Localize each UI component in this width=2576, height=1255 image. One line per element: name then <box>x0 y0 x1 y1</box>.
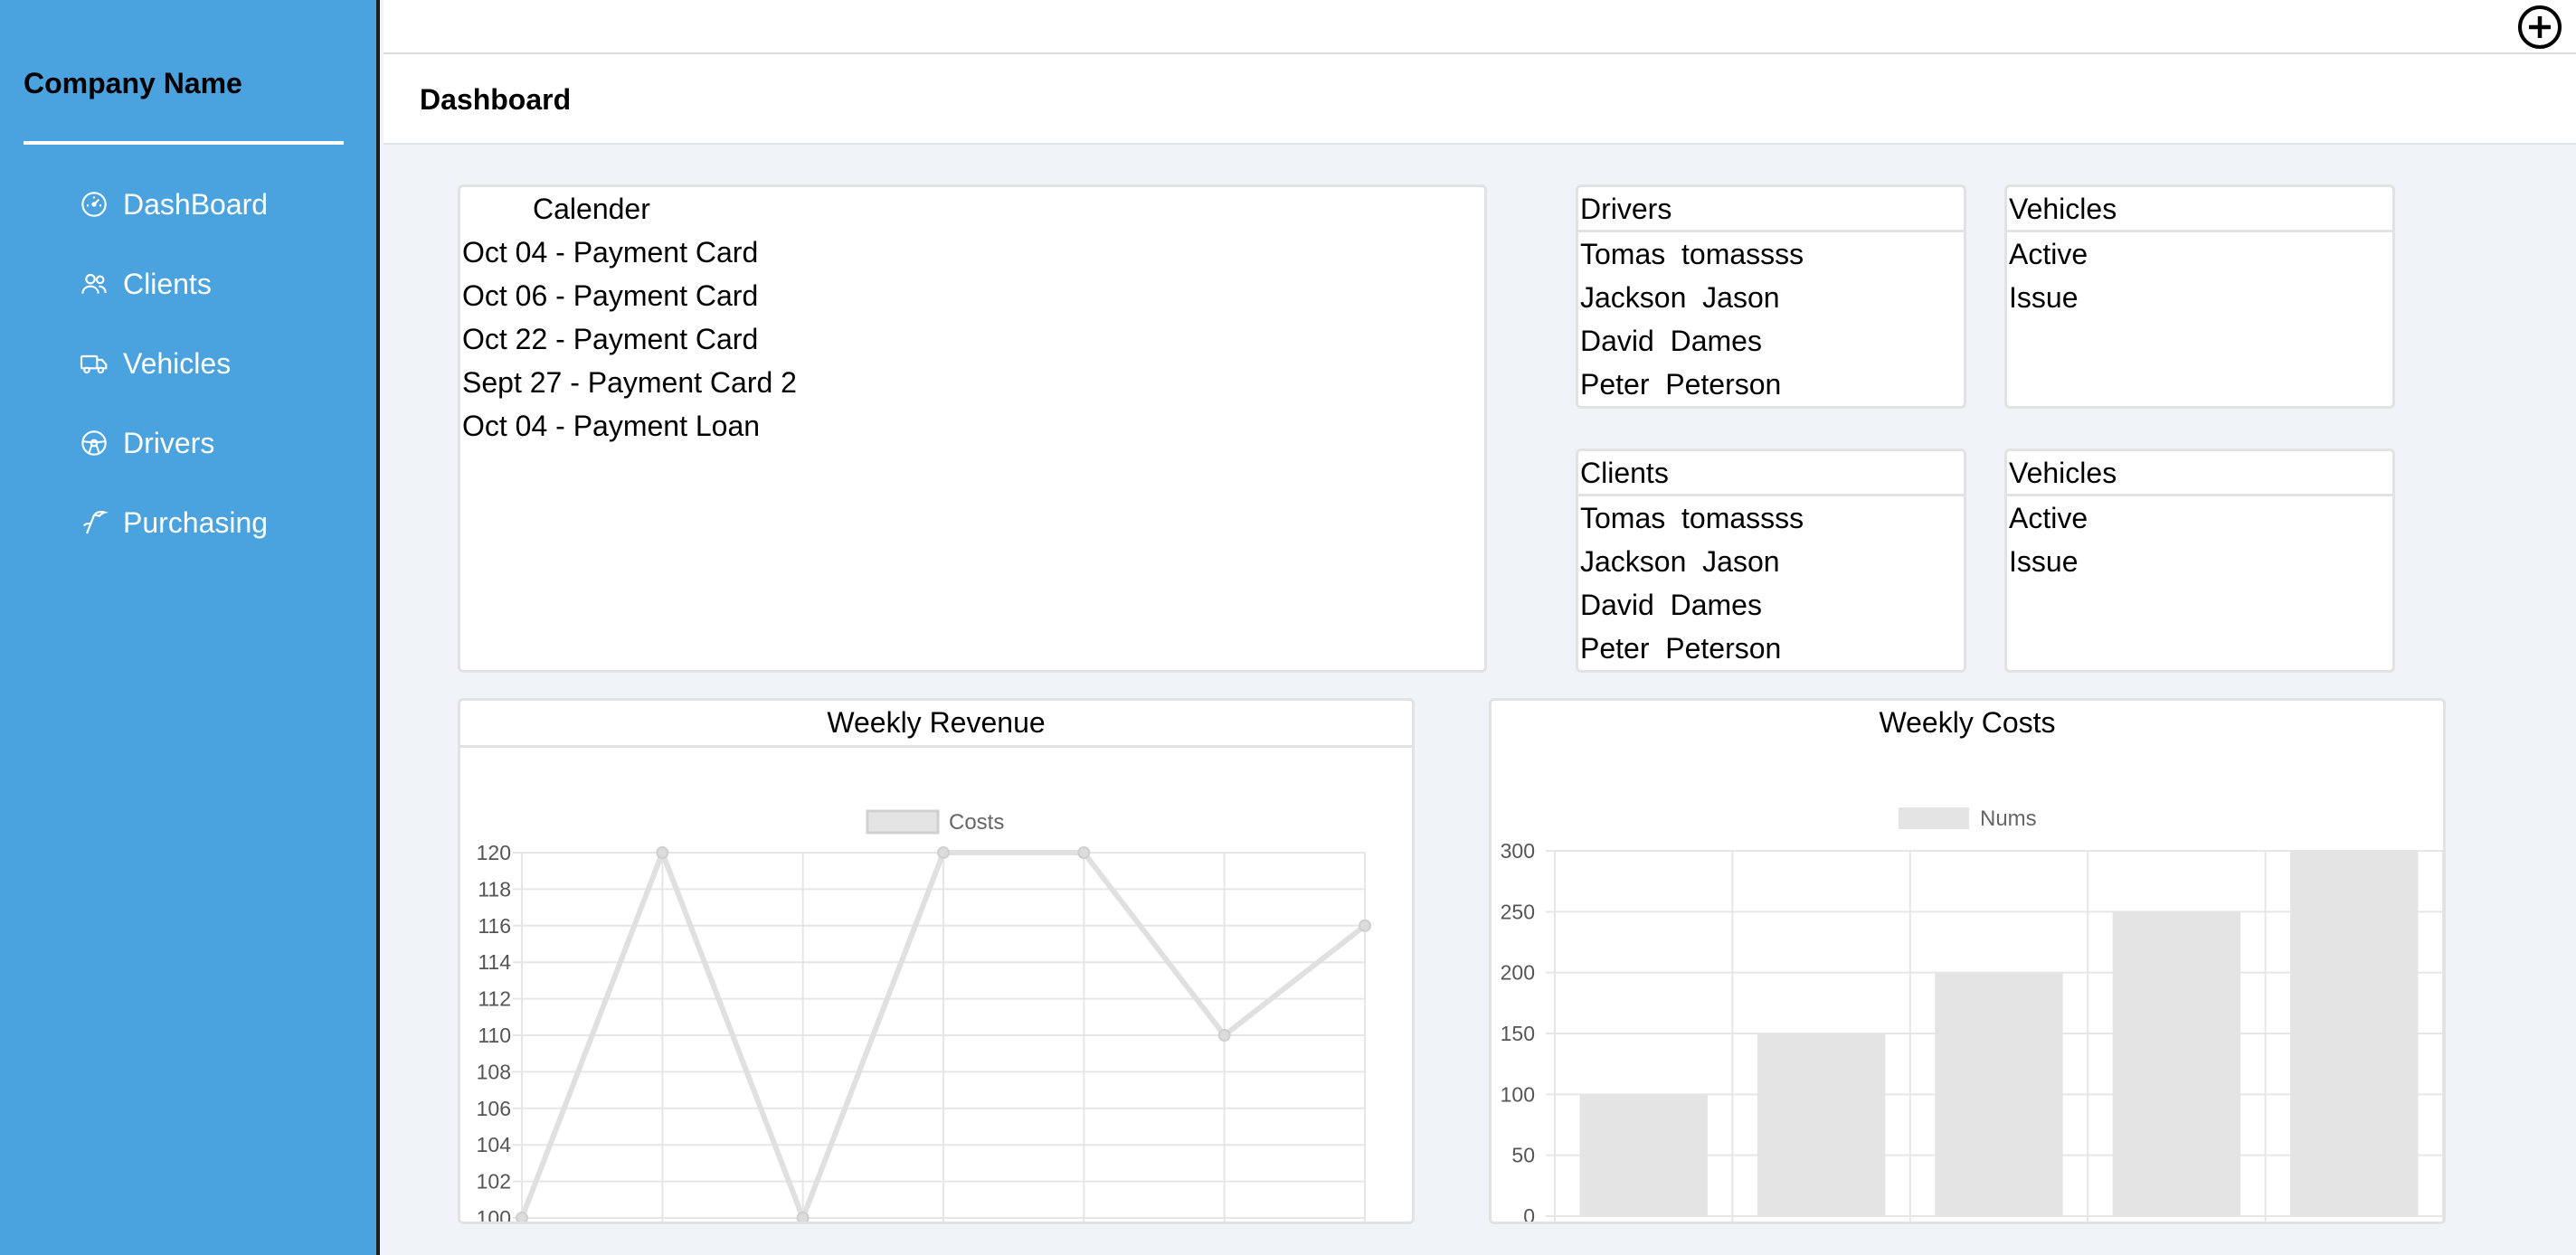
truck-icon <box>80 354 108 374</box>
weekly-revenue-chart: Costs10010210410610811011211411611812005… <box>477 809 1371 1222</box>
list-item[interactable]: David Dames <box>1578 583 1964 627</box>
drivers-panel: Drivers Tomas tomassss Jackson Jason Dav… <box>1576 184 1966 409</box>
y-tick-label: 104 <box>477 1133 512 1156</box>
y-tick-label: 50 <box>1511 1144 1535 1167</box>
top-bar <box>384 0 2576 54</box>
list-item[interactable]: Issue <box>2007 276 2392 319</box>
data-point <box>656 846 669 859</box>
legend-label: Costs <box>949 810 1004 835</box>
drivers-list: Tomas tomassss Jackson Jason David Dames… <box>1578 232 1964 406</box>
data-point <box>1217 1029 1231 1042</box>
calendar-event[interactable]: Oct 06 - Payment Card <box>460 274 1484 317</box>
sidebar-item-label: Clients <box>123 267 212 300</box>
y-tick-label: 118 <box>478 877 511 901</box>
clients-list: Tomas tomassss Jackson Jason David Dames… <box>1578 496 1964 670</box>
weekly-costs-chart: Nums050100150200250300201620172018201920… <box>1501 807 2443 1222</box>
clients-title: Clients <box>1578 451 1964 496</box>
sidebar-item-purchasing[interactable]: Purchasing <box>80 495 268 550</box>
weekly-revenue-panel: Weekly Revenue Costs 100 102 104 106 108 110 11… <box>458 698 1415 1224</box>
y-tick-label: 106 <box>477 1097 511 1120</box>
y-tick-label: 110 <box>478 1024 511 1047</box>
sidebar-item-label: Vehicles <box>123 346 232 380</box>
y-tick-label: 100 <box>477 1206 511 1222</box>
list-item[interactable]: Jackson Jason <box>1578 540 1964 583</box>
y-tick-label: 150 <box>1501 1022 1535 1045</box>
sidebar-item-label: Purchasing <box>123 505 269 539</box>
data-point <box>1359 919 1371 932</box>
calendar-event[interactable]: Oct 04 - Payment Loan <box>460 404 1484 448</box>
calendar-event[interactable]: Oct 22 - Payment Card <box>460 317 1484 361</box>
vehicles-title: Vehicles <box>2007 187 2392 232</box>
list-item[interactable]: Tomas tomassss <box>1578 496 1964 540</box>
legend-swatch <box>866 809 940 835</box>
sidebar-item-vehicles[interactable]: Vehicles <box>80 336 231 391</box>
y-tick-label: 102 <box>477 1170 511 1194</box>
list-item[interactable]: Peter Peterson <box>1578 627 1964 670</box>
legend-label: Nums <box>1980 807 2037 831</box>
bar <box>2290 851 2419 1216</box>
y-tick-label: 200 <box>1501 961 1535 985</box>
chart-title: Weekly Costs <box>1879 706 2056 739</box>
sidebar-item-label: Drivers <box>123 426 215 459</box>
y-tick-label: 300 <box>1501 839 1535 863</box>
vehicles-panel-2: Vehicles Active Issue <box>2004 448 2395 673</box>
weekly-costs-panel: Weekly Costs Nums05010015020025030020162… <box>1489 698 2446 1224</box>
bar <box>2112 911 2241 1216</box>
sidebar-item-dashboard[interactable]: DashBoard <box>80 177 268 231</box>
calendar-event[interactable]: Oct 04 - Payment Card <box>460 231 1484 274</box>
y-tick-label: 112 <box>478 987 511 1011</box>
calendar-event[interactable]: Sept 27 - Payment Card 2 <box>460 361 1484 404</box>
calendar-event-list: Oct 04 - Payment Card Oct 06 - Payment C… <box>460 231 1484 448</box>
y-tick-label: 250 <box>1501 900 1535 923</box>
list-item[interactable]: Jackson Jason <box>1578 276 1964 319</box>
sidebar: Company Name DashBoard Clients Vehicles … <box>0 0 380 1255</box>
y-tick-label: 108 <box>477 1060 511 1083</box>
dashboard-gauge-icon <box>81 192 107 217</box>
legend-swatch <box>1899 807 1969 829</box>
bar <box>1757 1033 1886 1216</box>
sidebar-item-clients[interactable]: Clients <box>80 257 212 311</box>
bar <box>1935 972 2063 1216</box>
vehicles-list: Active Issue <box>2007 232 2392 319</box>
data-point <box>1077 846 1091 859</box>
purchasing-icon <box>82 510 109 534</box>
page-title: Dashboard <box>420 83 572 116</box>
y-tick-label: 116 <box>478 914 511 938</box>
users-icon <box>81 273 107 294</box>
sidebar-item-label: DashBoard <box>123 187 269 221</box>
drivers-title: Drivers <box>1578 187 1964 232</box>
bar <box>1579 1094 1708 1216</box>
list-item[interactable]: Issue <box>2007 540 2392 583</box>
list-item[interactable]: Active <box>2007 232 2392 276</box>
y-tick-label: 114 <box>478 950 511 974</box>
data-point <box>796 1212 810 1222</box>
chart-title: Weekly Revenue <box>460 701 1412 748</box>
list-item[interactable]: Peter Peterson <box>1578 363 1964 406</box>
data-point <box>937 846 950 859</box>
calendar-title: Calender <box>533 193 650 225</box>
clients-panel: Clients Tomas tomassss Jackson Jason Dav… <box>1576 448 1966 673</box>
plus-circle-icon[interactable] <box>2516 4 2563 51</box>
calendar-panel: Calender Oct 04 - Payment Card Oct 06 - … <box>458 184 1487 673</box>
page-header: Dashboard <box>384 54 2576 145</box>
vehicles-panel: Vehicles Active Issue <box>2004 184 2395 409</box>
list-item[interactable]: David Dames <box>1578 319 1964 363</box>
vehicles-list: Active Issue <box>2007 496 2392 583</box>
list-item[interactable]: Tomas tomassss <box>1578 232 1964 276</box>
data-point <box>516 1212 528 1222</box>
steering-wheel-icon <box>81 430 107 456</box>
y-tick-label: 100 <box>1501 1082 1535 1106</box>
y-tick-label: 120 <box>477 841 511 864</box>
sidebar-divider <box>24 141 344 145</box>
company-name: Company Name <box>24 67 242 99</box>
sidebar-item-drivers[interactable]: Drivers <box>80 416 214 470</box>
list-item[interactable]: Active <box>2007 496 2392 540</box>
y-tick-label: 0 <box>1523 1204 1535 1222</box>
vehicles-title: Vehicles <box>2007 451 2392 496</box>
